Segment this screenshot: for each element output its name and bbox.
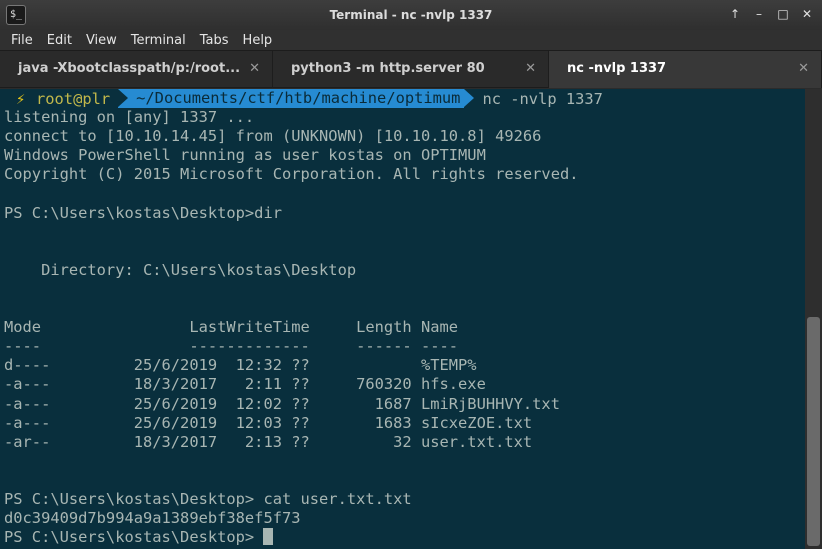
maximize-icon[interactable]: □: [776, 7, 790, 21]
tab-python-http-server[interactable]: python3 -m http.server 80 ✕: [273, 51, 549, 88]
output-line: d0c39409d7b994a9a1389ebf38ef5f73: [4, 509, 301, 528]
minimize-icon[interactable]: –: [752, 7, 766, 21]
menu-terminal[interactable]: Terminal: [124, 33, 193, 48]
menu-view[interactable]: View: [79, 33, 124, 48]
tab-close-icon[interactable]: ✕: [798, 61, 809, 76]
keep-above-icon[interactable]: ↑: [728, 7, 742, 21]
current-prompt-line: PS C:\Users\kostas\Desktop>: [4, 528, 805, 547]
tab-close-icon[interactable]: ✕: [525, 61, 536, 76]
terminal-output[interactable]: ⚡ root@plr ~/Documents/ctf/htb/machine/o…: [0, 89, 805, 549]
output-line: ---- ------------- ------ ----: [4, 337, 459, 356]
menu-edit[interactable]: Edit: [40, 33, 79, 48]
scrollbar-thumb[interactable]: [807, 317, 820, 546]
tab-bar: java -Xbootclasspath/p:/root... ✕ python…: [0, 50, 822, 88]
output-line: Directory: C:\Users\kostas\Desktop: [4, 260, 357, 279]
menu-help[interactable]: Help: [236, 33, 280, 48]
tab-java[interactable]: java -Xbootclasspath/p:/root... ✕: [0, 51, 273, 88]
bolt-icon: ⚡: [16, 89, 26, 108]
prompt-user: root@plr: [36, 89, 111, 108]
output-line: -ar-- 18/3/2017 2:13 ?? 32 user.txt.txt: [4, 432, 533, 451]
output-line: connect to [10.10.14.45] from (UNKNOWN) …: [4, 127, 542, 146]
output-line: PS C:\Users\kostas\Desktop>dir: [4, 203, 282, 222]
tab-nc-listener[interactable]: nc -nvlp 1337 ✕: [549, 51, 822, 88]
prompt-path: ~/Documents/ctf/htb/machine/optimum: [118, 89, 475, 109]
tab-label: java -Xbootclasspath/p:/root...: [18, 61, 241, 76]
menu-bar: File Edit View Terminal Tabs Help: [0, 30, 822, 50]
menu-tabs[interactable]: Tabs: [193, 33, 236, 48]
output-line: listening on [any] 1337 ...: [4, 108, 255, 127]
prompt-command: nc -nvlp 1337: [482, 89, 603, 108]
output-line: Copyright (C) 2015 Microsoft Corporation…: [4, 165, 579, 184]
output-line: PS C:\Users\kostas\Desktop> cat user.txt…: [4, 489, 412, 508]
tab-close-icon[interactable]: ✕: [249, 61, 260, 76]
shell-prompt: ⚡ root@plr ~/Documents/ctf/htb/machine/o…: [4, 89, 805, 109]
terminal-scrollbar[interactable]: [805, 89, 822, 549]
text-cursor: [263, 528, 274, 546]
title-bar: $_ Terminal - nc -nvlp 1337 ↑ – □ ✕: [0, 0, 822, 30]
output-line: Mode LastWriteTime Length Name: [4, 318, 459, 337]
close-icon[interactable]: ✕: [800, 7, 814, 21]
tab-label: nc -nvlp 1337: [567, 61, 667, 76]
output-line: -a--- 18/3/2017 2:11 ?? 760320 hfs.exe: [4, 375, 486, 394]
window-title: Terminal - nc -nvlp 1337: [329, 8, 493, 22]
output-line: -a--- 25/6/2019 12:02 ?? 1687 LmiRjBUHHV…: [4, 394, 560, 413]
tab-label: python3 -m http.server 80: [291, 61, 485, 76]
current-prompt: PS C:\Users\kostas\Desktop>: [4, 528, 264, 547]
window-controls: ↑ – □ ✕: [728, 7, 814, 21]
output-line: -a--- 25/6/2019 12:03 ?? 1683 sIcxeZOE.t…: [4, 413, 533, 432]
output-line: d---- 25/6/2019 12:32 ?? %TEMP%: [4, 356, 477, 375]
output-line: Windows PowerShell running as user kosta…: [4, 146, 486, 165]
menu-file[interactable]: File: [4, 33, 40, 48]
